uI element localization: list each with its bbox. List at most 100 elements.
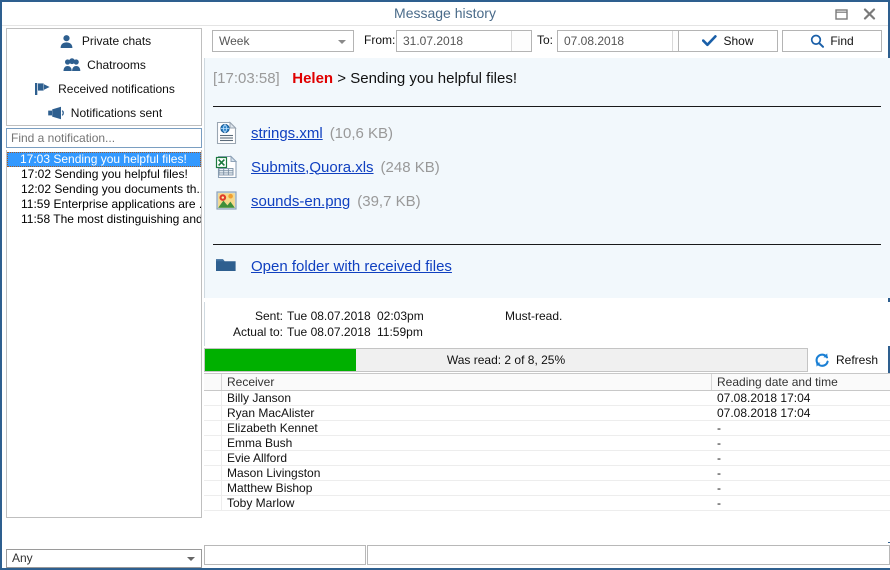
sidebar-nav: Private chats Chatrooms Received notific… — [6, 28, 202, 126]
flag-icon — [33, 81, 53, 97]
cell-reading-date: - — [717, 451, 721, 465]
image-file-icon — [215, 189, 241, 213]
attachment-row[interactable]: strings.xml (10,6 KB) — [215, 120, 393, 146]
message-text: Sending you helpful files! — [350, 70, 517, 87]
table-row[interactable]: Emma Bush - — [204, 436, 890, 451]
sidebar: Private chats Chatrooms Received notific… — [6, 28, 202, 568]
attachment-size: (248 KB) — [380, 158, 440, 176]
attachment-row[interactable]: sounds-en.png (39,7 KB) — [215, 188, 421, 214]
attachment-name[interactable]: Submits,Quora.xls — [251, 159, 374, 176]
row-gutter — [204, 421, 222, 436]
list-item[interactable]: 11:59 Enterprise applications are ... — [7, 197, 201, 212]
show-button-label: Show — [723, 34, 754, 48]
period-select[interactable]: Week — [212, 30, 354, 52]
list-item[interactable]: 11:58 The most distinguishing and... — [7, 212, 201, 227]
message-separator: > — [337, 70, 347, 87]
sidebar-item-chatrooms[interactable]: Chatrooms — [7, 53, 201, 77]
message-timestamp: [17:03:58] — [213, 70, 280, 87]
sidebar-item-private-chats[interactable]: Private chats — [7, 29, 201, 53]
search-icon — [810, 34, 825, 48]
divider-top — [213, 106, 881, 107]
from-date-value: 31.07.2018 — [403, 34, 464, 48]
sidebar-item-label: Private chats — [81, 34, 152, 48]
refresh-button[interactable]: Refresh — [814, 348, 878, 372]
row-gutter — [204, 451, 222, 466]
progress-area: Was read: 2 of 8, 25% Refresh — [204, 348, 890, 372]
row-gutter — [204, 466, 222, 481]
cell-receiver: Evie Allford — [227, 451, 288, 465]
table-row[interactable]: Elizabeth Kennet - — [204, 421, 890, 436]
table-row[interactable]: Billy Janson 07.08.2018 17:04 — [204, 391, 890, 406]
table-row[interactable]: Matthew Bishop - — [204, 481, 890, 496]
notification-list[interactable]: 17:03 Sending you helpful files! 17:02 S… — [6, 150, 202, 518]
from-date-spinner[interactable] — [511, 31, 531, 51]
list-item[interactable]: 17:03 Sending you helpful files! — [7, 152, 201, 167]
sidebar-item-label: Chatrooms — [87, 58, 146, 72]
to-label: To: — [537, 33, 554, 47]
period-select-value: Week — [219, 34, 250, 48]
cell-receiver: Emma Bush — [227, 436, 293, 450]
attachment-name[interactable]: strings.xml — [251, 125, 323, 142]
sidebar-item-notifications-sent[interactable]: Notifications sent — [7, 101, 201, 125]
message-panel: [17:03:58] Helen > Sending you helpful f… — [204, 58, 890, 298]
cell-reading-date: - — [717, 496, 721, 510]
window-title: Message history — [394, 5, 496, 21]
attachment-size: (10,6 KB) — [329, 124, 394, 142]
attachment-row[interactable]: Submits,Quora.xls (248 KB) — [215, 154, 440, 180]
show-button[interactable]: Show — [678, 30, 778, 52]
sidebar-item-received-notifications[interactable]: Received notifications — [7, 77, 201, 101]
receivers-table: Receiver Reading date and time Billy Jan… — [204, 373, 890, 542]
row-gutter — [204, 496, 222, 511]
message-meta: Sent: Tue 08.07.2018 02:03pm Must-read. … — [204, 302, 890, 346]
row-gutter — [204, 391, 222, 406]
filter-select[interactable]: Any — [6, 549, 202, 568]
refresh-icon — [814, 352, 830, 368]
table-row[interactable]: Ryan MacAlister 07.08.2018 17:04 — [204, 406, 890, 421]
row-gutter — [204, 481, 222, 496]
find-notification-input[interactable] — [6, 128, 202, 148]
column-header-receiver[interactable]: Receiver — [222, 374, 712, 390]
message-sender: Helen — [292, 70, 334, 87]
cell-receiver: Toby Marlow — [227, 496, 295, 510]
from-date-field[interactable]: 31.07.2018 — [396, 30, 532, 52]
read-progress-bar: Was read: 2 of 8, 25% — [204, 348, 808, 372]
attachment-size: (39,7 KB) — [357, 192, 421, 210]
sent-time: 02:03pm — [377, 309, 424, 323]
sent-label: Sent: — [254, 309, 283, 323]
cell-reading-date: 07.08.2018 17:04 — [717, 391, 811, 405]
close-icon[interactable] — [856, 4, 882, 24]
folder-icon — [215, 256, 241, 276]
open-folder-link[interactable]: Open folder with received files — [215, 254, 452, 278]
cell-receiver: Mason Livingston — [227, 466, 321, 480]
maximize-icon[interactable] — [828, 4, 854, 24]
divider-bottom — [213, 244, 881, 245]
users-group-icon — [62, 57, 82, 73]
table-row[interactable]: Evie Allford - — [204, 451, 890, 466]
list-item[interactable]: 17:02 Sending you helpful files! — [7, 167, 201, 182]
row-gutter — [204, 436, 222, 451]
must-read-note: Must-read. — [505, 309, 563, 323]
cell-reading-date: - — [717, 466, 721, 480]
to-date-field[interactable]: 07.08.2018 — [557, 30, 693, 52]
open-folder-label[interactable]: Open folder with received files — [251, 258, 452, 275]
find-button[interactable]: Find — [782, 30, 882, 52]
excel-file-icon — [215, 155, 241, 179]
cell-reading-date: - — [717, 481, 721, 495]
megaphone-icon — [46, 105, 66, 121]
cell-receiver: Elizabeth Kennet — [227, 421, 318, 435]
cell-reading-date: 07.08.2018 17:04 — [717, 406, 811, 420]
list-item[interactable]: 12:02 Sending you documents th... — [7, 182, 201, 197]
check-icon — [702, 35, 718, 47]
table-row[interactable]: Toby Marlow - — [204, 496, 890, 511]
to-date-value: 07.08.2018 — [564, 34, 625, 48]
xml-file-icon — [215, 121, 241, 145]
chevron-down-icon — [187, 557, 195, 561]
column-header-gutter[interactable] — [204, 374, 222, 390]
table-row[interactable]: Mason Livingston - — [204, 466, 890, 481]
refresh-button-label: Refresh — [836, 353, 879, 367]
actual-to-time: 11:59pm — [377, 325, 423, 339]
progress-label: Was read: 2 of 8, 25% — [446, 353, 566, 367]
sidebar-item-label: Received notifications — [58, 82, 175, 96]
column-header-reading-date[interactable]: Reading date and time — [712, 374, 890, 390]
attachment-name[interactable]: sounds-en.png — [251, 193, 350, 210]
